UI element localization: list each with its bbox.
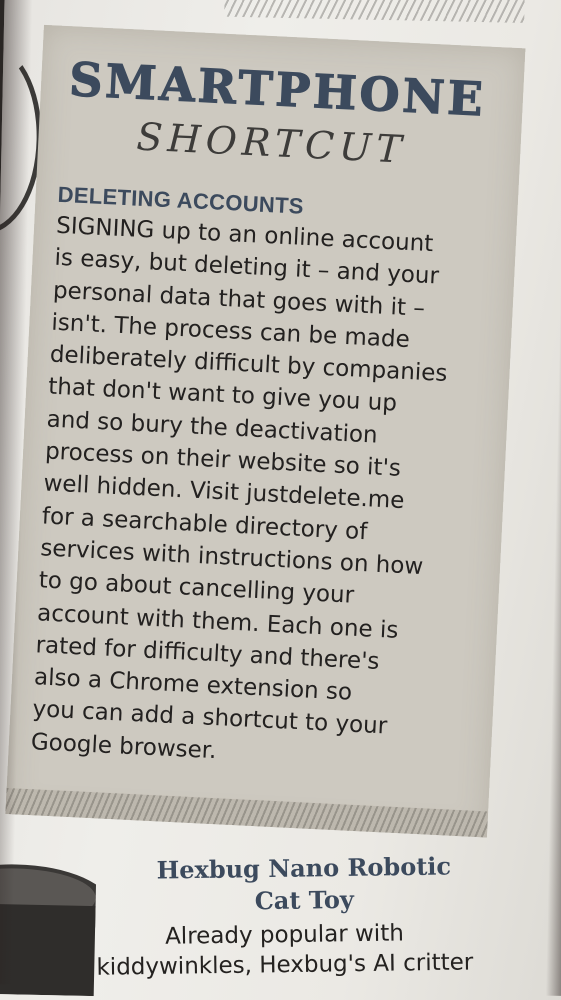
smartphone-shortcut-box: SMARTPHONE SHORTCUT DELETING ACCOUNTS SI… [5,24,526,838]
magazine-photo: SMARTPHONE SHORTCUT DELETING ACCOUNTS SI… [0,0,561,1000]
top-hatch-decoration [224,0,525,23]
product-title: Hexbug Nano Robotic Cat Toy [156,851,452,916]
magazine-page: SMARTPHONE SHORTCUT DELETING ACCOUNTS SI… [0,0,561,1000]
product-description: Already popular with kiddywinkles, Hexbu… [96,920,474,981]
box-title-main: SMARTPHONE [67,52,487,127]
next-product-section: Hexbug Nano Robotic Cat Toy Already popu… [0,824,548,1000]
right-shadow [545,0,561,996]
article-body: SIGNING up to an online account is easy,… [30,212,448,764]
